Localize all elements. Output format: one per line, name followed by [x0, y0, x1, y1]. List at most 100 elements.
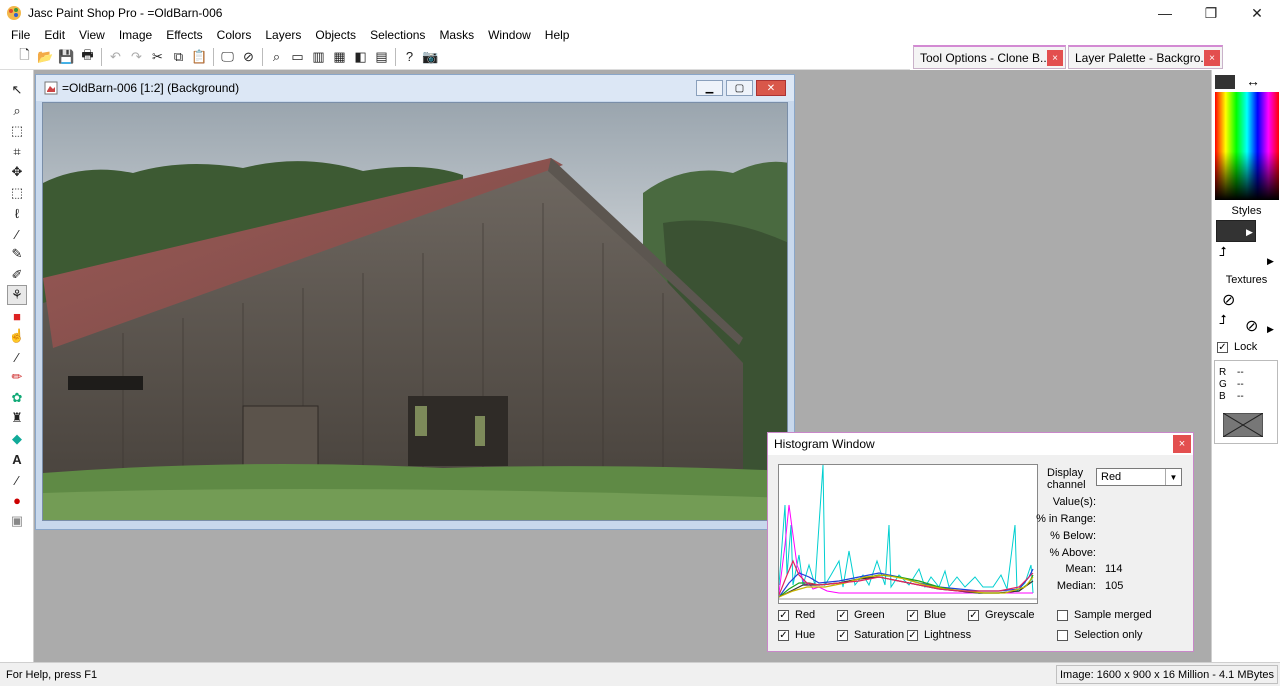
no-texture-icon[interactable]: ⊘	[1222, 290, 1235, 310]
lasso-icon[interactable]: ℓ	[7, 203, 27, 223]
zoom-tool-icon[interactable]: ⌕	[266, 46, 287, 67]
camera-icon[interactable]: 📷	[420, 46, 441, 67]
draw-icon[interactable]: ⁄	[7, 470, 27, 490]
arrow-tool-icon[interactable]: ↖	[7, 80, 27, 100]
status-image-info: Image: 1600 x 900 x 16 Million - 4.1 MBy…	[1056, 665, 1278, 684]
dropper-icon[interactable]: ⁄	[7, 224, 27, 244]
no-texture-background-icon[interactable]: ⊘	[1245, 316, 1258, 336]
menu-file[interactable]: File	[4, 26, 37, 44]
hue-checkbox[interactable]: ✓ Hue	[778, 629, 815, 641]
text-icon[interactable]: A	[7, 449, 27, 469]
status-help-text: For Help, press F1	[6, 668, 98, 681]
move-icon[interactable]: ✥	[7, 162, 27, 182]
maximize-icon[interactable]: ▢	[726, 80, 753, 96]
in-range-label: % in Range:	[1036, 513, 1096, 525]
histogram-window[interactable]: Histogram Window × Display channel Red ▼…	[767, 432, 1194, 652]
median-value: 105	[1105, 580, 1124, 592]
crop-icon[interactable]: ⌗	[7, 142, 27, 162]
zoom-icon[interactable]: ⌕	[7, 101, 27, 121]
window-icon[interactable]: ▤	[371, 46, 392, 67]
menu-help[interactable]: Help	[538, 26, 577, 44]
red-checkbox[interactable]: ✓ Red	[778, 609, 815, 621]
restore-button[interactable]: ❐	[1188, 0, 1234, 26]
color-replacer-icon[interactable]: ■	[7, 306, 27, 326]
textures-label: Textures	[1225, 274, 1268, 286]
lightness-checkbox[interactable]: ✓ Lightness	[907, 629, 971, 641]
minimize-icon[interactable]: ▁	[696, 80, 723, 96]
new-file-icon[interactable]: 🗋	[14, 46, 35, 67]
menu-effects[interactable]: Effects	[159, 26, 209, 44]
blue-checkbox[interactable]: ✓ Blue	[907, 609, 946, 621]
r-value: --	[1237, 367, 1244, 378]
lock-checkbox[interactable]: ✓ Lock	[1217, 341, 1257, 353]
lock-label: Lock	[1234, 341, 1258, 353]
menu-objects[interactable]: Objects	[308, 26, 363, 44]
tab-layer-palette[interactable]: Layer Palette - Backgro... ×	[1068, 45, 1223, 69]
greyscale-checkbox[interactable]: ✓ Greyscale	[968, 609, 1035, 621]
open-folder-icon[interactable]: 📂	[35, 46, 56, 67]
image-window-titlebar[interactable]: =OldBarn-006 [1:2] (Background) ▁ ▢ ✕	[36, 75, 794, 101]
cut-icon[interactable]: ✂	[147, 46, 168, 67]
color-palette-icon[interactable]: ▥	[308, 46, 329, 67]
scratch-remover-icon[interactable]: ⁄	[7, 347, 27, 367]
foreground-swatch[interactable]	[1215, 75, 1235, 89]
close-icon[interactable]: ×	[1173, 435, 1191, 453]
layer-palette-icon[interactable]: ◧	[350, 46, 371, 67]
tab-tool-options[interactable]: Tool Options - Clone B... ×	[913, 45, 1066, 69]
airbrush-icon[interactable]: ♜	[7, 408, 27, 428]
help-pointer-icon[interactable]: ?	[399, 46, 420, 67]
menu-layers[interactable]: Layers	[258, 26, 308, 44]
swap-icon[interactable]: ↔	[1246, 73, 1260, 89]
deform-tool-icon[interactable]: ⬚	[7, 121, 27, 141]
swap-styles-icon[interactable]: ⮥	[1219, 244, 1227, 260]
vector-object-icon[interactable]: ▣	[7, 511, 27, 531]
close-icon[interactable]: ✕	[756, 80, 786, 96]
preset-shapes-icon[interactable]: ●	[7, 490, 27, 510]
clone-brush-icon[interactable]: ✐	[7, 265, 27, 285]
close-icon[interactable]: ×	[1204, 50, 1220, 66]
menu-masks[interactable]: Masks	[432, 26, 481, 44]
overview-icon[interactable]: ▭	[287, 46, 308, 67]
saturation-checkbox[interactable]: ✓ Saturation	[837, 629, 904, 641]
image-canvas[interactable]	[42, 102, 788, 521]
menu-window[interactable]: Window	[481, 26, 538, 44]
minimize-button[interactable]: —	[1142, 0, 1188, 26]
picture-tube-icon[interactable]: ✿	[7, 388, 27, 408]
image-window[interactable]: =OldBarn-006 [1:2] (Background) ▁ ▢ ✕	[35, 74, 795, 530]
histogram-icon[interactable]: ▦	[329, 46, 350, 67]
barn-photo	[43, 103, 787, 520]
close-icon[interactable]: ×	[1047, 50, 1063, 66]
retouch-icon[interactable]: ☝	[7, 326, 27, 346]
display-channel-select[interactable]: Red ▼	[1096, 468, 1182, 486]
histogram-title: Histogram Window	[774, 437, 875, 451]
print-icon[interactable]: 🖶	[77, 46, 98, 67]
clone-tool-icon[interactable]: ⚘	[7, 285, 27, 305]
flood-fill-icon[interactable]: ◆	[7, 429, 27, 449]
copy-icon[interactable]: ⧉	[168, 46, 189, 67]
histogram-titlebar[interactable]: Histogram Window ×	[768, 433, 1193, 455]
selection-only-checkbox[interactable]: Selection only	[1057, 629, 1143, 641]
sample-merged-checkbox[interactable]: Sample merged	[1057, 609, 1152, 621]
swap-textures-icon[interactable]: ⮥	[1219, 312, 1227, 328]
redo-icon[interactable]: ↷	[126, 46, 147, 67]
paintbrush-icon[interactable]: ✎	[7, 244, 27, 264]
green-checkbox[interactable]: ✓ Green	[837, 609, 885, 621]
selection-icon[interactable]: ⬚	[7, 183, 27, 203]
menu-edit[interactable]: Edit	[37, 26, 72, 44]
textures-expand-icon[interactable]: ▶	[1267, 324, 1274, 335]
b-label: B	[1219, 391, 1226, 402]
undo-icon[interactable]: ↶	[105, 46, 126, 67]
styles-arrow-icon[interactable]: ▶	[1246, 227, 1253, 238]
save-icon[interactable]: 💾	[56, 46, 77, 67]
menu-selections[interactable]: Selections	[363, 26, 432, 44]
menu-colors[interactable]: Colors	[210, 26, 259, 44]
close-button[interactable]: ✕	[1234, 0, 1280, 26]
no-entry-icon[interactable]: ⊘	[238, 46, 259, 67]
eraser-icon[interactable]: ✏	[7, 367, 27, 387]
color-picker[interactable]	[1215, 92, 1279, 200]
styles-expand-icon[interactable]: ▶	[1267, 256, 1274, 267]
monitor-icon[interactable]: 🖵	[217, 46, 238, 67]
paste-icon[interactable]: 📋	[189, 46, 210, 67]
menu-view[interactable]: View	[72, 26, 112, 44]
menu-image[interactable]: Image	[112, 26, 159, 44]
